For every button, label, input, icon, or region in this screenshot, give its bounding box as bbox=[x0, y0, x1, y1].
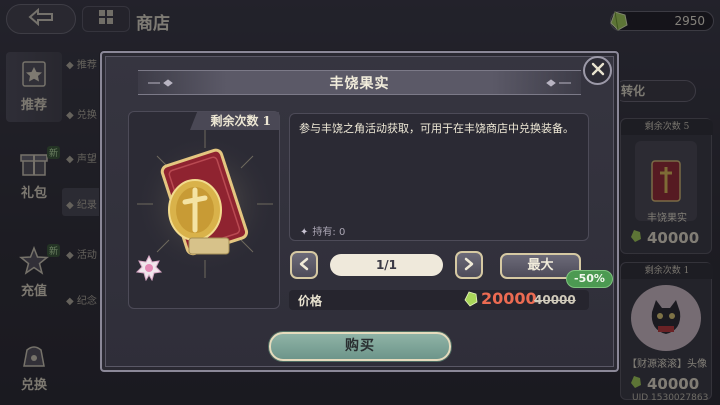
decrease-quantity-button[interactable] bbox=[290, 251, 318, 279]
owned-count-text: 持有: 0 bbox=[312, 227, 346, 238]
discount-badge: -50% bbox=[566, 270, 613, 288]
item-description: 参与丰饶之角活动获取，可用于在丰饶商店中兑换装备。 bbox=[299, 122, 574, 135]
ornament-right-icon bbox=[546, 79, 571, 87]
rarity-badge-icon bbox=[135, 254, 163, 285]
close-button[interactable] bbox=[583, 56, 612, 85]
buy-button[interactable]: 购买 bbox=[269, 332, 451, 361]
green-crystal-icon bbox=[463, 291, 479, 311]
price-label: 价格 bbox=[298, 294, 323, 308]
chevron-right-icon bbox=[463, 256, 475, 275]
quantity-display[interactable]: 1/1 bbox=[330, 254, 443, 276]
dialog-title-banner: 丰饶果实 bbox=[138, 70, 581, 95]
chevron-left-icon bbox=[298, 256, 310, 275]
increase-quantity-button[interactable] bbox=[455, 251, 483, 279]
dialog-title: 丰饶果实 bbox=[329, 75, 390, 92]
close-icon bbox=[591, 61, 605, 80]
ornament-left-icon bbox=[148, 79, 173, 87]
sparkle-icon: ✦ bbox=[300, 227, 309, 238]
discounted-price: 20000 bbox=[481, 289, 537, 308]
remaining-count-tag: 剩余次数 1 bbox=[190, 112, 279, 130]
owned-count: ✦ 持有: 0 bbox=[300, 223, 345, 238]
original-price: 40000 bbox=[534, 293, 576, 307]
